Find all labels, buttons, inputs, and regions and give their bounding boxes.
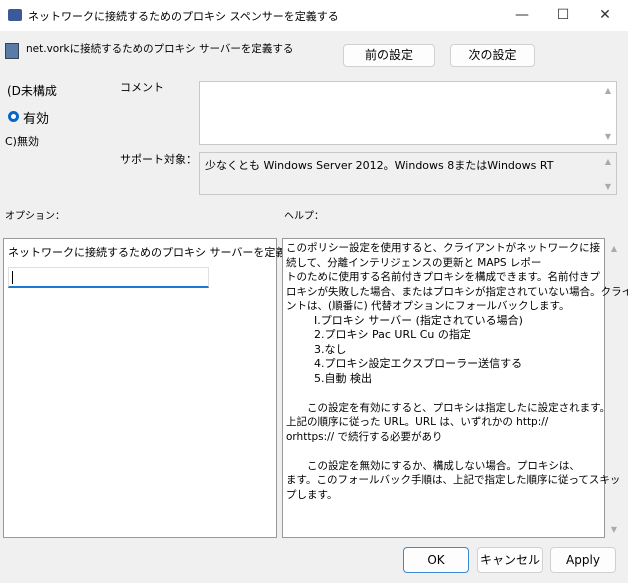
scroll-up-icon[interactable]: ▲ <box>602 86 614 95</box>
minimize-button[interactable]: — <box>507 4 537 26</box>
help-line: ロキシが失敗した場合、またはプロキシが指定されていない場合。クライア <box>286 285 628 298</box>
help-list-item: 2.プロキシ Pac URL Cu の指定 <box>314 328 471 341</box>
help-scroll-up-icon[interactable]: ▲ <box>608 244 620 253</box>
scroll-down-icon[interactable]: ▼ <box>602 132 614 141</box>
help-list-item: I.プロキシ サーバー (指定されている場合) <box>314 313 523 327</box>
scroll-up-icon[interactable]: ▲ <box>602 157 614 166</box>
cancel-button[interactable]: キャンセル <box>477 547 543 573</box>
radio-enabled-icon[interactable] <box>8 111 19 122</box>
help-line: この設定を有効にすると、プロキシは指定したに設定されます。 <box>286 401 611 414</box>
supported-box: 少なくとも Windows Server 2012。Windows 8またはWi… <box>199 152 617 195</box>
radio-disabled[interactable]: C)無効 <box>5 133 39 149</box>
options-label: オプション： <box>5 211 65 222</box>
help-line: ントは、(順番に) 代替オプションにフォールバックします。 <box>286 300 570 312</box>
help-list-item: 4.プロキシ設定エクスプローラー送信する <box>314 357 523 370</box>
help-list-item: 3.なし <box>314 342 347 356</box>
proxy-field-label: ネットワークに接続するためのプロキシ サーバーを定義する <box>8 246 309 259</box>
help-line: orhttps:// で続行する必要があり <box>286 430 443 443</box>
help-panel: このポリシー設定を使用すると、クライアントがネットワークに接 続して、分離インテ… <box>282 238 628 538</box>
next-setting-button[interactable]: 次の設定 <box>450 44 535 67</box>
text-cursor <box>12 271 13 284</box>
title-bar: ネットワークに接続するためのプロキシ スペンサーを定義する — ☐ ✕ <box>0 0 628 31</box>
policy-app-icon <box>8 9 22 21</box>
help-line: 上記の順序に従った URL。URL は、いずれかの http:// <box>286 416 549 428</box>
previous-setting-button[interactable]: 前の設定 <box>343 44 435 67</box>
proxy-server-input[interactable] <box>8 267 209 288</box>
radio-not-configured[interactable]: (D未構成 <box>7 82 57 99</box>
help-line: トのために使用する名前付きプロキシを構成できます。名前付きプ <box>286 271 600 283</box>
policy-icon <box>5 43 19 59</box>
radio-enabled[interactable]: 有効 <box>23 108 49 127</box>
ok-button[interactable]: OK <box>403 547 469 573</box>
scroll-down-icon[interactable]: ▼ <box>602 182 614 191</box>
apply-button[interactable]: Apply <box>550 547 616 573</box>
comment-textarea[interactable]: ▲ ▼ <box>199 81 617 145</box>
help-line: ます。このフォールバック手順は、上記で指定した順序に従ってスキッ <box>286 474 621 486</box>
comment-label: コメント <box>120 81 164 94</box>
window-title: ネットワークに接続するためのプロキシ スペンサーを定義する <box>28 10 339 23</box>
supported-value: 少なくとも Windows Server 2012。Windows 8またはWi… <box>205 159 554 172</box>
help-line: この設定を無効にするか、構成しない場合。プロキシは、 <box>286 459 580 472</box>
help-line: 続して、分離インテリジェンスの更新と MAPS レポー <box>286 256 542 269</box>
supported-label: サポート対象： <box>120 153 197 166</box>
help-list-item: 5.自動 検出 <box>314 371 372 385</box>
help-line: プします。 <box>286 488 338 501</box>
close-button[interactable]: ✕ <box>590 4 620 26</box>
help-scroll-down-icon[interactable]: ▼ <box>608 525 620 534</box>
help-label: ヘルプ： <box>284 211 324 222</box>
options-panel: ネットワークに接続するためのプロキシ サーバーを定義する <box>3 238 308 538</box>
help-line: このポリシー設定を使用すると、クライアントがネットワークに接 <box>286 242 601 254</box>
policy-name: net.vorkに接続するためのプロキシ サーバーを定義する <box>26 43 294 55</box>
maximize-button[interactable]: ☐ <box>548 4 578 26</box>
